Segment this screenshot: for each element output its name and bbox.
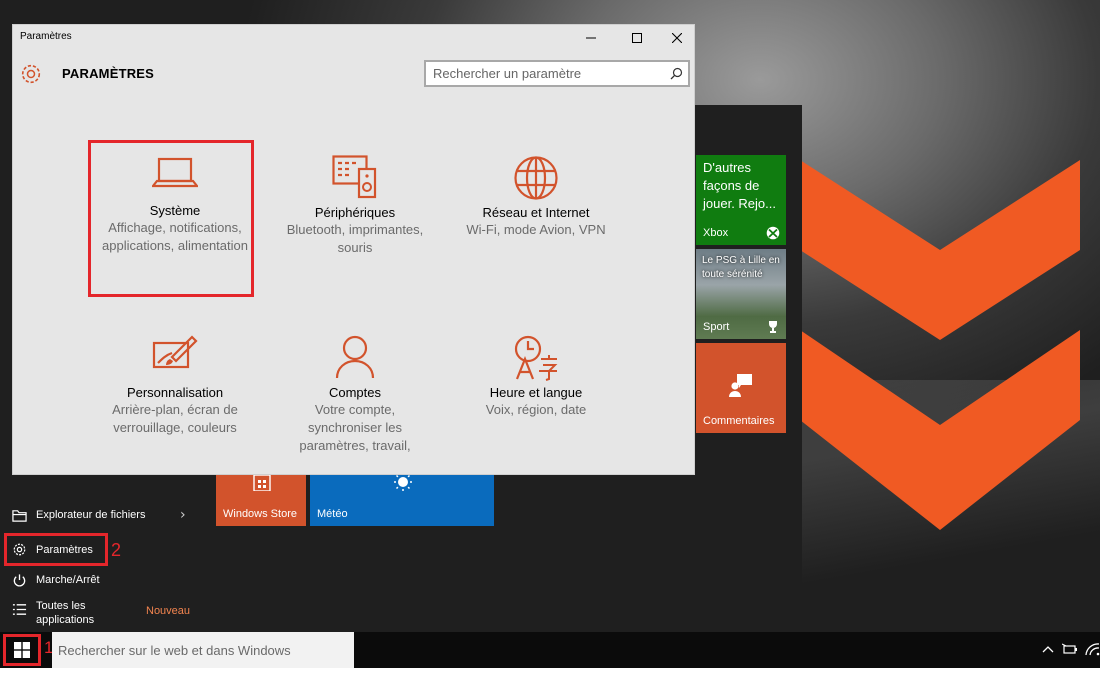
settings-search-box[interactable]: [424, 60, 690, 87]
sun-icon: [394, 473, 412, 491]
tile-label: Commentaires: [703, 415, 775, 427]
start-item-all-apps[interactable]: Toutes les applications: [12, 599, 94, 627]
gear-icon: [13, 543, 26, 556]
paint-icon: [152, 335, 198, 369]
tile-label: Xbox: [703, 227, 729, 239]
category-accounts[interactable]: Comptes Votre compte, synchroniser les p…: [265, 335, 445, 455]
category-personalization[interactable]: Personnalisation Arrière-plan, écran de …: [85, 335, 265, 437]
title-bar[interactable]: Paramètres: [13, 25, 694, 51]
tile-label: Windows Store: [223, 508, 297, 520]
category-name: Périphériques: [314, 205, 396, 220]
person-icon: [335, 335, 375, 379]
trophy-icon: [769, 321, 777, 333]
highlight-frame: [88, 140, 254, 297]
tile-label: Météo: [317, 508, 348, 520]
maximize-icon: [632, 33, 642, 43]
globe-icon: [514, 156, 558, 200]
folder-icon: [12, 509, 27, 522]
start-item-power[interactable]: Marche/Arrêt: [12, 568, 100, 592]
minimize-icon: [586, 37, 596, 39]
start-item-label: Paramètres: [36, 543, 93, 556]
start-item-file-explorer[interactable]: Explorateur de fichiers: [12, 503, 145, 527]
tile-text: D'autres façons de jouer. Rejo...: [703, 160, 776, 211]
taskbar-search-box[interactable]: [52, 632, 354, 668]
new-badge: Nouveau: [146, 605, 191, 617]
maximize-button[interactable]: [614, 25, 660, 51]
close-icon: [672, 33, 682, 43]
settings-window: Paramètres PARAMÈTRES Système Affichage,…: [13, 25, 694, 474]
start-item-label-line1: Toutes les: [36, 600, 86, 612]
tile-windows-store[interactable]: Windows Store: [216, 473, 306, 526]
annotation-2: 2: [111, 540, 122, 560]
chevron-right-icon[interactable]: ›: [180, 507, 186, 523]
start-item-settings[interactable]: Paramètres: [4, 533, 108, 566]
tile-label: Sport: [703, 321, 730, 333]
tile-meteo[interactable]: Météo: [310, 473, 494, 526]
category-description: Votre compte, synchroniser les paramètre…: [299, 402, 411, 453]
category-name: Personnalisation: [126, 385, 224, 400]
tile-xbox[interactable]: D'autres façons de jouer. Rejo... Xbox: [696, 155, 786, 245]
windows-logo-icon: [14, 642, 30, 658]
gear-icon: [21, 64, 41, 84]
category-name: Comptes: [328, 385, 382, 400]
category-description: Bluetooth, imprimantes, souris: [286, 222, 424, 255]
tile-commentaires[interactable]: Commentaires: [696, 343, 786, 433]
tile-sport[interactable]: Le PSG à Lille en toute sérénité Sport: [696, 249, 786, 339]
window-title: Paramètres: [20, 31, 72, 42]
start-button[interactable]: [3, 634, 41, 666]
wifi-icon[interactable]: [1085, 642, 1100, 656]
list-icon: [12, 604, 27, 615]
category-name: Heure et langue: [489, 385, 583, 400]
battery-plug-icon[interactable]: [1062, 642, 1078, 656]
time-language-icon: [514, 335, 558, 381]
settings-search-input[interactable]: [433, 66, 673, 81]
category-description: Voix, région, date: [485, 402, 587, 417]
page-title: PARAMÈTRES: [62, 66, 155, 81]
taskbar: 1: [0, 632, 1100, 668]
orange-chevron-logo: [800, 160, 1080, 530]
start-item-label-line2: applications: [36, 614, 95, 626]
category-name: Réseau et Internet: [482, 205, 590, 220]
start-item-label: Marche/Arrêt: [36, 574, 100, 586]
start-item-label: Explorateur de fichiers: [36, 509, 146, 521]
devices-icon: [332, 155, 377, 199]
power-icon: [13, 573, 26, 587]
search-icon[interactable]: [670, 67, 683, 80]
taskbar-search-input[interactable]: [58, 642, 348, 658]
category-network[interactable]: Réseau et Internet Wi-Fi, mode Avion, VP…: [446, 155, 626, 239]
category-devices[interactable]: Périphériques Bluetooth, imprimantes, so…: [265, 155, 445, 257]
category-time-language[interactable]: Heure et langue Voix, région, date: [446, 335, 626, 419]
bottom-strip: [0, 668, 1100, 676]
store-bag-icon: [253, 475, 271, 491]
xbox-logo-icon: [766, 226, 780, 240]
chevron-up-icon[interactable]: [1042, 645, 1054, 653]
feedback-icon: [729, 374, 752, 397]
tile-text: Le PSG à Lille en toute sérénité: [702, 255, 780, 280]
minimize-button[interactable]: [568, 25, 614, 51]
close-button[interactable]: [660, 25, 694, 51]
category-description: Arrière-plan, écran de verrouillage, cou…: [112, 402, 238, 435]
category-description: Wi-Fi, mode Avion, VPN: [466, 222, 606, 237]
